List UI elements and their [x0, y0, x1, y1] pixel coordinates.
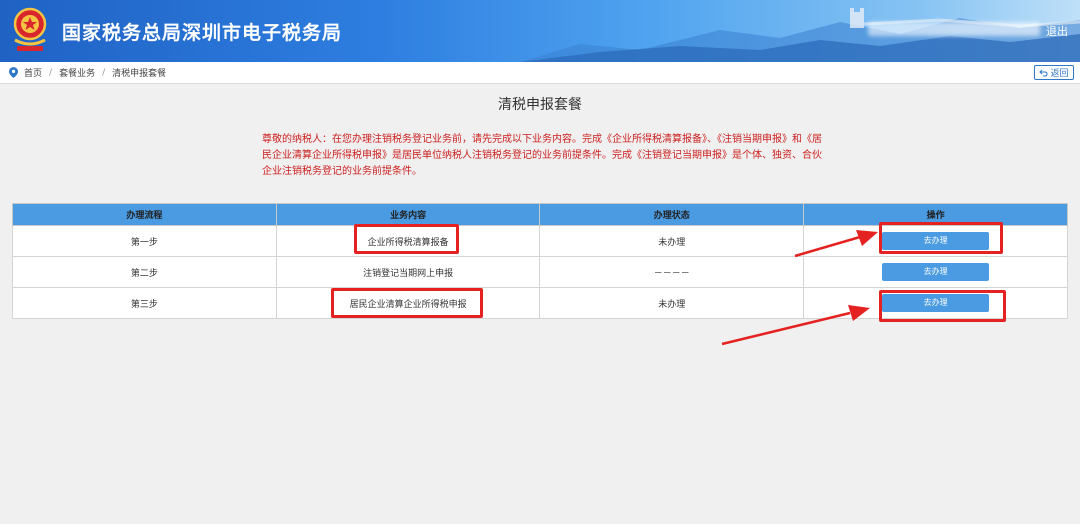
user-name-blurred — [868, 22, 1040, 36]
status-cell: 未办理 — [539, 225, 805, 257]
logout-link[interactable]: 退出 — [1046, 23, 1068, 39]
status-cell: －－－－ — [539, 256, 805, 288]
step-cell: 第一步 — [12, 225, 277, 257]
breadcrumb-current: 清税申报套餐 — [112, 69, 167, 79]
header-content: 业务内容 — [275, 203, 541, 226]
header-status: 办理状态 — [539, 203, 805, 226]
content-cell: 注销登记当期网上申报 — [275, 256, 541, 288]
task-table: 办理流程 业务内容 办理状态 操作 第一步 企业所得税清算报备 未办理 去办理 … — [12, 203, 1068, 319]
content-cell: 居民企业清算企业所得税申报 — [275, 287, 541, 319]
breadcrumb-home[interactable]: 首页 — [24, 66, 42, 79]
notice-text: 尊敬的纳税人：在您办理注销税务登记业务前，请先完成以下业务内容。完成《企业所得税… — [262, 134, 822, 177]
table-row: 第三步 居民企业清算企业所得税申报 未办理 去办理 — [12, 287, 1068, 319]
go-handle-button-step3[interactable]: 去办理 — [882, 294, 990, 312]
location-pin-icon — [9, 67, 18, 78]
page-title: 清税申报套餐 — [498, 97, 582, 113]
content-cell: 企业所得税清算报备 — [275, 225, 541, 257]
back-button-label: 返回 — [1050, 69, 1069, 79]
action-cell: 去办理 — [803, 287, 1068, 319]
go-handle-button-step2[interactable]: 去办理 — [882, 263, 990, 281]
breadcrumb-package-business[interactable]: 套餐业务 — [59, 66, 95, 79]
site-header: 国家税务总局深圳市电子税务局 退出 — [0, 0, 1080, 62]
action-cell: 去办理 — [803, 225, 1068, 257]
tax-emblem-icon — [13, 7, 47, 51]
go-handle-button-step1[interactable]: 去办理 — [882, 232, 990, 250]
step-cell: 第三步 — [12, 287, 277, 319]
table-row: 第二步 注销登记当期网上申报 －－－－ 去办理 — [12, 256, 1068, 288]
action-cell: 去办理 — [803, 256, 1068, 288]
table-header-row: 办理流程 业务内容 办理状态 操作 — [12, 203, 1068, 226]
back-button[interactable]: 返回 — [1034, 65, 1074, 80]
status-cell: 未办理 — [539, 287, 805, 319]
back-arrow-icon — [1039, 69, 1048, 76]
site-title: 国家税务总局深圳市电子税务局 — [62, 22, 343, 44]
header-step: 办理流程 — [12, 203, 277, 226]
step-cell: 第二步 — [12, 256, 277, 288]
breadcrumb-separator: / — [102, 67, 106, 78]
table-row: 第一步 企业所得税清算报备 未办理 去办理 — [12, 225, 1068, 257]
breadcrumb: 首页 / 套餐业务 / 清税申报套餐 返回 — [0, 62, 1080, 84]
breadcrumb-separator: / — [49, 67, 53, 78]
header-action: 操作 — [803, 203, 1068, 226]
